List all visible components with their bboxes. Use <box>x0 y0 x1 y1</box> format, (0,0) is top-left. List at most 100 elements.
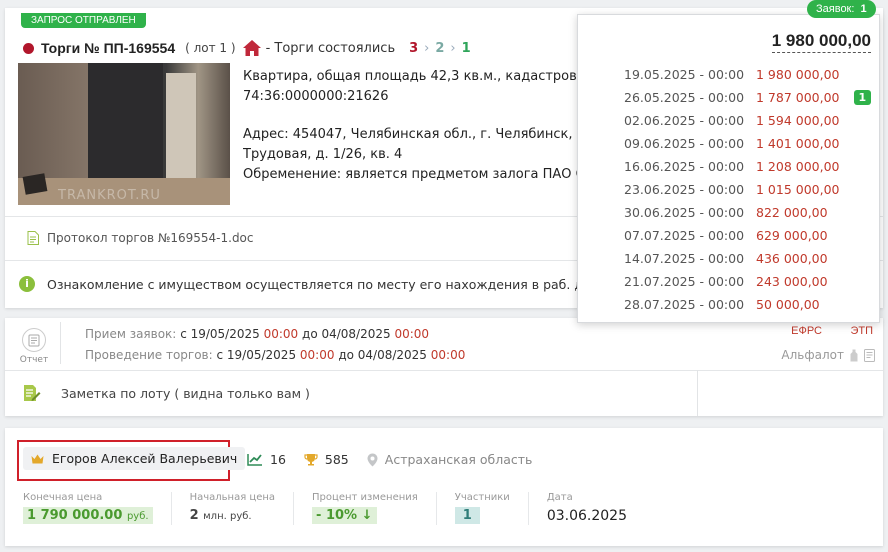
final-price-amount: 1 790 000.00 <box>27 508 123 523</box>
price-schedule-row: 09.06.2025 - 00:00 1 401 000,00 <box>624 132 871 155</box>
divider <box>5 370 883 371</box>
stage-step-1[interactable]: 1 <box>462 41 471 56</box>
stage-steps: 3 › 2 › 1 <box>409 41 471 56</box>
report-label: Отчет <box>19 355 49 365</box>
schedule-date: 02.06.2025 - 00:00 <box>624 113 745 128</box>
growth-stat: 16 <box>247 452 286 467</box>
lot-number: ( лот 1 ) <box>185 41 236 55</box>
date-value: 03.06.2025 <box>546 508 627 524</box>
price-schedule-row: 23.06.2025 - 00:00 1 015 000,00 <box>624 178 871 201</box>
schedule-price: 1 401 000,00 <box>756 136 840 151</box>
schedule-price: 822 000,00 <box>756 205 828 220</box>
schedule-date: 14.07.2025 - 00:00 <box>624 251 745 266</box>
dates-card: Отчет Прием заявок: с 19/05/2025 00:00 д… <box>5 318 883 416</box>
schedule-date: 16.06.2025 - 00:00 <box>624 159 745 174</box>
region-name: Астраханская область <box>384 452 533 467</box>
price-schedule-list: 19.05.2025 - 00:00 1 980 000,00 26.05.2025… <box>624 63 872 316</box>
start-price-amount: 2 <box>189 508 199 523</box>
bottle-icon <box>850 349 858 361</box>
platform-row: Альфалот <box>781 348 875 362</box>
note-text: Заметка по лоту ( видна только вам ) <box>61 385 310 401</box>
growth-value: 16 <box>270 452 286 467</box>
bids-count-badge[interactable]: Заявок: 1 <box>807 0 876 18</box>
document-icon <box>864 348 875 362</box>
schedule-date: 09.06.2025 - 00:00 <box>624 136 745 151</box>
date-label: Дата <box>546 492 573 503</box>
start-price-value: 2 млн. руб. <box>190 507 256 524</box>
schedule-price: 1 787 000,00 <box>756 90 840 105</box>
schedule-price: 629 000,00 <box>756 228 828 243</box>
schedule-price: 243 000,00 <box>756 274 828 289</box>
stage-step-3[interactable]: 3 <box>409 41 418 56</box>
price-schedule-row: 26.05.2025 - 00:00 1 787 000,00 1 <box>624 86 872 109</box>
status-dot-icon <box>23 42 34 54</box>
start-price-metric: Начальная цена 2 млн. руб. <box>190 492 295 525</box>
lot-description: Квартира, общая площадь 42,3 кв.м., када… <box>243 67 583 185</box>
winner-stats: 16 585 Астраханская область <box>247 452 550 467</box>
price-schedule-row: 14.07.2025 - 00:00 436 000,00 <box>624 247 871 270</box>
info-icon: i <box>19 276 35 292</box>
date-metric: Дата 03.06.2025 <box>547 492 649 525</box>
participants-label: Участники <box>454 492 510 503</box>
schedule-date: 30.06.2025 - 00:00 <box>624 205 745 220</box>
final-price-value: 1 790 000.00 руб. <box>23 507 153 524</box>
trading-from: с 19/05/2025 <box>216 348 297 362</box>
schedule-price: 1 594 000,00 <box>756 113 840 128</box>
request-sent-badge: ЗАПРОС ОТПРАВЛЕН <box>21 13 146 28</box>
schedule-price: 50 000,00 <box>756 297 820 312</box>
photo-wall <box>166 73 196 183</box>
schedule-date: 28.07.2025 - 00:00 <box>624 297 745 312</box>
price-schedule-row: 21.07.2025 - 00:00 243 000,00 <box>624 270 871 293</box>
schedule-bid-count[interactable]: 1 <box>853 90 872 105</box>
reception-dates: Прием заявок: с 19/05/2025 00:00 до 04/0… <box>85 324 465 345</box>
start-price-unit: млн. руб. <box>203 511 252 522</box>
lot-title-link[interactable]: Торги № ПП-169554 <box>41 40 175 56</box>
schedule-date: 19.05.2025 - 00:00 <box>624 67 745 82</box>
price-schedule-row: 02.06.2025 - 00:00 1 594 000,00 <box>624 109 871 132</box>
participants-value[interactable]: 1 <box>454 507 480 524</box>
winner-name-chip[interactable]: Егоров Алексей Валерьевич <box>23 447 246 470</box>
reception-from: с 19/05/2025 <box>180 327 260 341</box>
photo-watermark: TRANKROT.RU <box>58 188 161 203</box>
change-label: Процент изменения <box>312 492 418 503</box>
encumbrance-line: Обременение: является предметом залога П… <box>243 167 583 182</box>
crown-icon <box>31 454 44 463</box>
photo-object <box>22 173 48 195</box>
reception-to: до 04/08/2025 <box>302 327 391 341</box>
report-icon <box>22 328 46 352</box>
price-schedule-row: 16.06.2025 - 00:00 1 208 000,00 <box>624 155 871 178</box>
trading-dates: Проведение торгов: с 19/05/2025 00:00 до… <box>85 345 465 366</box>
current-price[interactable]: 1 980 000,00 <box>771 30 871 53</box>
trading-from-time: 00:00 <box>299 348 335 362</box>
winner-name: Егоров Алексей Валерьевич <box>52 451 238 466</box>
stage-step-2[interactable]: 2 <box>435 41 444 56</box>
schedule-price: 1 015 000,00 <box>756 182 840 197</box>
wins-value: 585 <box>324 452 349 467</box>
lot-note[interactable]: Заметка по лоту ( видна только вам ) <box>23 384 310 402</box>
schedule-price: 1 980 000,00 <box>756 67 840 82</box>
document-link[interactable]: Протокол торгов №169554-1.doc <box>27 231 254 245</box>
arrow-down-icon: ↓ <box>361 508 373 523</box>
change-metric: Процент изменения - 10% ↓ <box>312 492 437 525</box>
document-icon <box>27 231 39 245</box>
price-metrics: Конечная цена 1 790 000.00 руб. Начальна… <box>23 492 667 525</box>
schedule-price: 436 000,00 <box>756 251 828 266</box>
etp-link[interactable]: ЭТП <box>850 325 873 337</box>
lot-photo[interactable]: TRANKROT.RU <box>18 63 230 205</box>
final-price-label: Конечная цена <box>23 492 103 503</box>
trade-status: - Торги состоялись <box>265 40 396 56</box>
bids-label: Заявок: <box>816 3 855 15</box>
price-schedule-popup: 1 980 000,00 19.05.2025 - 00:00 1 980 000… <box>577 14 880 323</box>
price-schedule-row: 30.06.2025 - 00:00 822 000,00 <box>624 201 871 224</box>
divider <box>60 322 61 364</box>
document-name: Протокол торгов №169554-1.doc <box>47 231 254 245</box>
description-line: 74:36:0000000:21626 <box>243 89 389 104</box>
platform-name[interactable]: Альфалот <box>781 348 844 362</box>
efrs-link[interactable]: ЕФРС <box>791 325 822 337</box>
price-schedule-row: 07.07.2025 - 00:00 629 000,00 <box>624 224 871 247</box>
change-amount: - 10% <box>316 508 358 523</box>
report-button[interactable]: Отчет <box>19 328 49 365</box>
home-icon <box>242 40 261 56</box>
dates-block: Прием заявок: с 19/05/2025 00:00 до 04/0… <box>85 324 465 366</box>
price-schedule-row: 28.07.2025 - 00:00 50 000,00 <box>624 293 871 316</box>
